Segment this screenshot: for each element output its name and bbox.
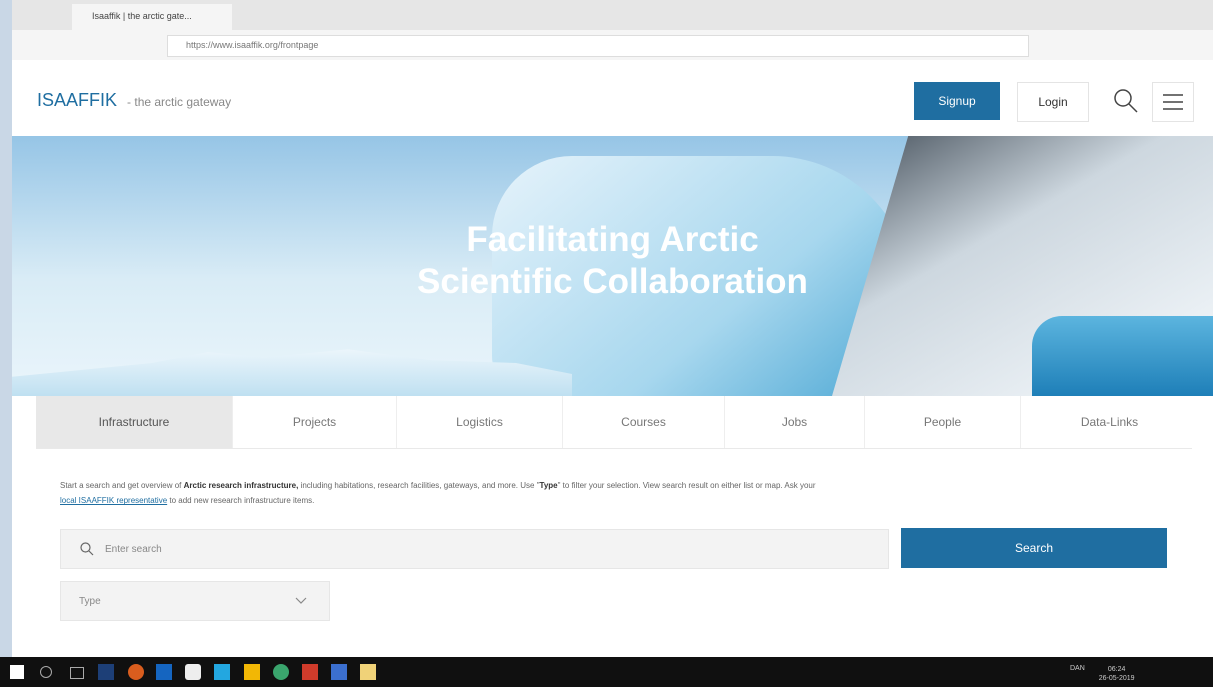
url-field[interactable]: https://www.isaaffik.org/frontpage: [167, 35, 1029, 57]
description-text: to add new research infrastructure items…: [167, 496, 315, 506]
app-icon[interactable]: [273, 664, 289, 680]
app-icon[interactable]: [214, 664, 230, 680]
hero-banner: Facilitating Arctic Scientific Collabora…: [12, 136, 1213, 396]
description-bold: Arctic research infrastructure,: [183, 481, 299, 490]
search-panel: Infrastructure Projects Logistics Course…: [36, 396, 1192, 657]
taskbar: DAN 06:24 26-05-2019: [0, 657, 1213, 687]
chevron-down-icon: [295, 597, 307, 604]
tab-title: Isaaffik | the arctic gate...: [92, 11, 192, 21]
hero-title-line: Facilitating Arctic: [466, 220, 759, 259]
tab-courses[interactable]: Courses: [563, 396, 725, 448]
ie-icon[interactable]: [156, 664, 172, 680]
search-button[interactable]: Search: [901, 528, 1167, 568]
clock[interactable]: 06:24 26-05-2019: [1099, 665, 1135, 683]
hero-image: [12, 349, 572, 396]
start-icon[interactable]: [10, 665, 24, 679]
type-select[interactable]: Type: [60, 581, 330, 621]
search-placeholder: Enter search: [105, 543, 162, 555]
signup-button[interactable]: Signup: [914, 82, 1000, 120]
browser-tab[interactable]: Isaaffik | the arctic gate...: [72, 4, 232, 30]
hero-image: [1032, 316, 1213, 396]
mail-icon[interactable]: [185, 664, 201, 680]
system-tray: DAN 06:24 26-05-2019: [1070, 665, 1135, 683]
search-icon[interactable]: [1109, 84, 1143, 118]
hero-title: Facilitating Arctic Scientific Collabora…: [12, 219, 1213, 303]
logo-tagline: - the arctic gateway: [127, 95, 232, 109]
menu-icon[interactable]: [1152, 82, 1194, 122]
app-icon[interactable]: [331, 664, 347, 680]
tab-people[interactable]: People: [865, 396, 1021, 448]
clock-time: 06:24: [1107, 666, 1126, 673]
clock-date: 26-05-2019: [1098, 675, 1135, 683]
tab-logistics[interactable]: Logistics: [397, 396, 563, 448]
site-header: ISAAFFIK - the arctic gateway Signup Log…: [12, 60, 1213, 136]
tab-projects[interactable]: Projects: [233, 396, 397, 448]
language-indicator[interactable]: DAN: [1070, 665, 1085, 672]
search-icon: [80, 542, 94, 556]
browser-tab-bar: Isaaffik | the arctic gate...: [12, 0, 1213, 30]
search-icon[interactable]: [40, 666, 52, 678]
app-icon[interactable]: [244, 664, 260, 680]
search-input[interactable]: Enter search: [60, 529, 889, 569]
url-text: https://www.isaaffik.org/frontpage: [186, 40, 319, 50]
task-view-icon[interactable]: [70, 667, 84, 679]
site-logo[interactable]: ISAAFFIK - the arctic gateway: [37, 90, 231, 111]
browser-window: Isaaffik | the arctic gate... https://ww…: [12, 0, 1213, 657]
file-explorer-icon[interactable]: [360, 664, 376, 680]
type-select-label: Type: [79, 595, 101, 607]
infrastructure-description: Start a search and get overview of Arcti…: [60, 478, 1170, 508]
tab-infrastructure[interactable]: Infrastructure: [36, 396, 233, 448]
firefox-icon[interactable]: [128, 664, 144, 680]
description-text: Start a search and get overview of: [60, 481, 184, 490]
category-tabs: Infrastructure Projects Logistics Course…: [36, 396, 1192, 449]
hero-title-line: Scientific Collaboration: [417, 262, 808, 301]
description-bold: Type: [539, 481, 558, 490]
login-button[interactable]: Login: [1017, 82, 1089, 122]
app-icon[interactable]: [302, 664, 318, 680]
edge-icon[interactable]: [98, 664, 114, 680]
description-text: including habitations, research faciliti…: [298, 481, 540, 490]
logo-text: ISAAFFIK: [37, 90, 118, 110]
tab-jobs[interactable]: Jobs: [725, 396, 865, 448]
tab-data-links[interactable]: Data-Links: [1021, 396, 1198, 448]
address-bar: https://www.isaaffik.org/frontpage: [12, 30, 1213, 61]
representative-link[interactable]: local ISAAFFIK representative: [60, 496, 167, 505]
description-text: " to filter your selection. View search …: [557, 481, 816, 490]
